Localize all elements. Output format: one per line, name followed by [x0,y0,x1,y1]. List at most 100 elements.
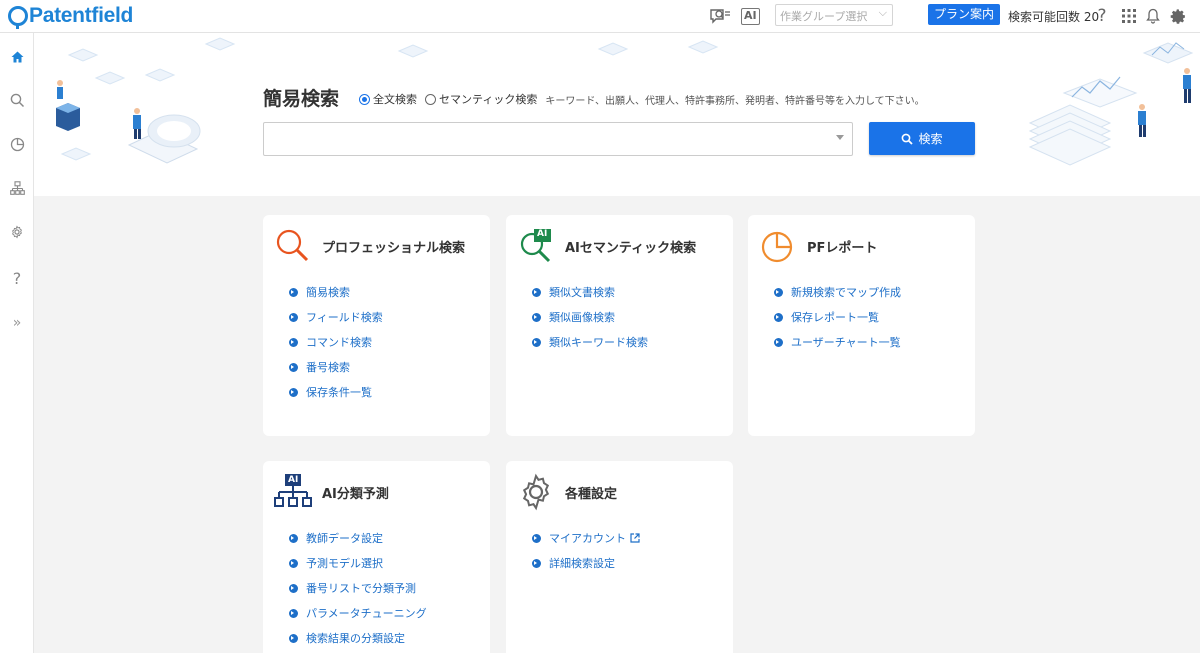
top-header: Patentfield AI 作業グループ選択 ⌵ プラン案内 検索可能回数 2… [0,0,1200,33]
ai-label: AI [741,7,760,25]
link-label: フィールド検索 [306,311,383,324]
chevron-circle-icon [289,287,298,297]
chevron-circle-icon [532,337,541,347]
radio-semantic[interactable] [425,93,436,105]
card-title: 各種設定 [565,487,618,502]
card-title: PFレポート [807,241,878,256]
link-label: 類似画像検索 [549,311,615,324]
chevron-circle-icon [289,558,298,568]
search-button-label: 検索 [918,132,943,146]
link-label: 検索結果の分類設定 [306,632,405,645]
work-group-placeholder: 作業グループ選択 [780,10,868,23]
left-sidebar: ? » [0,33,34,653]
chevron-circle-icon [774,287,783,297]
link-model-select[interactable]: 予測モデル選択 [289,555,383,571]
left-illustration [56,37,236,164]
apps-grid-icon[interactable] [1121,6,1137,26]
link-label: 類似文書検索 [549,286,615,299]
chevron-circle-icon [289,312,298,322]
chevron-circle-icon [289,362,298,372]
link-parameter-tuning[interactable]: パラメータチューニング [289,605,427,621]
radio-semantic-label[interactable]: セマンティック検索 [439,91,537,107]
link-advanced-search-settings[interactable]: 詳細検索設定 [532,555,615,571]
chevron-down-icon: ⌵ [878,6,887,19]
link-label: パラメータチューニング [306,607,427,620]
search-input[interactable] [263,122,853,156]
sidebar-item-help[interactable]: ? [0,265,34,291]
chevron-circle-icon [532,312,541,322]
link-label: 番号検索 [306,361,350,374]
card-pf-report: PFレポート 新規検索でマップ作成 保存レポート一覧 ユーザーチャート一覧 [748,215,975,436]
link-result-classification[interactable]: 検索結果の分類設定 [289,630,405,646]
work-group-select[interactable]: 作業グループ選択 ⌵ [775,4,893,26]
link-label: 保存条件一覧 [306,386,372,399]
link-label: 番号リストで分類予測 [306,582,416,595]
magnifier-icon [276,229,309,262]
page-title: 簡易検索 [263,88,340,110]
help-icon[interactable]: ? [1095,6,1109,26]
link-similar-docs[interactable]: 類似文書検索 [532,284,615,300]
sidebar-item-classification[interactable] [0,175,34,201]
chevron-circle-icon [532,533,541,543]
link-simple-search[interactable]: 簡易検索 [289,284,350,300]
link-label: 詳細検索設定 [549,557,615,570]
link-label: コマンド検索 [306,336,372,349]
link-my-account[interactable]: マイアカウント [532,530,640,546]
card-professional-search: プロフェッショナル検索 簡易検索 フィールド検索 コマンド検索 番号検索 保存条… [263,215,490,436]
chevron-circle-icon [289,583,298,593]
chevron-circle-icon [289,337,298,347]
search-button[interactable]: 検索 [869,122,975,155]
chat-search-icon[interactable] [709,6,731,26]
sidebar-item-search[interactable] [0,87,34,113]
chevron-circle-icon [532,287,541,297]
link-similar-images[interactable]: 類似画像検索 [532,309,615,325]
link-label: 予測モデル選択 [306,557,383,570]
settings-gear-icon[interactable] [1169,6,1187,26]
home-icon [11,51,23,63]
link-label: 教師データ設定 [306,532,383,545]
link-label: 類似キーワード検索 [549,336,648,349]
card-title: AI分類予測 [322,487,389,502]
ai-badge: AI [288,475,299,485]
link-command-search[interactable]: コマンド検索 [289,334,372,350]
search-hero: 簡易検索 全文検索 セマンティック検索 キーワード、出願人、代理人、特許事務所、… [34,33,1200,196]
dropdown-caret-icon[interactable] [836,135,844,140]
patentfield-logo[interactable]: Patentfield [8,4,133,29]
search-quota-text: 検索可能回数 20 [1008,10,1100,24]
link-similar-keywords[interactable]: 類似キーワード検索 [532,334,648,350]
top-decoration [397,40,719,58]
gear-icon [522,473,550,511]
logo-mark-icon [8,6,28,29]
chevron-circle-icon [532,558,541,568]
link-number-list-predict[interactable]: 番号リストで分類予測 [289,580,416,596]
search-icon [902,133,914,145]
search-icon [10,93,24,107]
search-mode-radios: 全文検索 セマンティック検索 キーワード、出願人、代理人、特許事務所、発明者、特… [359,91,925,107]
card-settings: 各種設定 マイアカウント 詳細検索設定 [506,461,733,653]
link-user-charts[interactable]: ユーザーチャート一覧 [774,334,901,350]
external-link-icon [630,533,640,543]
link-new-map[interactable]: 新規検索でマップ作成 [774,284,901,300]
sidebar-item-settings[interactable] [0,219,34,245]
link-field-search[interactable]: フィールド検索 [289,309,383,325]
sidebar-expand-button[interactable]: » [0,310,34,336]
card-title: プロフェッショナル検索 [322,241,466,256]
link-saved-conditions[interactable]: 保存条件一覧 [289,384,372,400]
link-number-search[interactable]: 番号検索 [289,359,350,375]
bell-icon[interactable] [1145,6,1161,26]
sidebar-item-home[interactable] [0,44,34,70]
sidebar-item-report[interactable] [0,131,34,157]
pie-chart-icon [10,137,24,151]
link-saved-reports[interactable]: 保存レポート一覧 [774,309,879,325]
right-illustration [1028,42,1194,166]
link-training-data[interactable]: 教師データ設定 [289,530,383,546]
help-icon: ? [12,268,22,288]
plan-info-button[interactable]: プラン案内 [928,4,1000,25]
ai-toggle-button[interactable]: AI [741,6,760,26]
radio-fulltext[interactable] [359,93,370,105]
card-ai-classification: AI AI分類予測 教師データ設定 予測モデル選択 番号リストで分類予測 パラメ… [263,461,490,653]
radio-fulltext-label[interactable]: 全文検索 [373,91,417,107]
ai-badge: AI [537,229,548,239]
chevron-circle-icon [289,608,298,618]
card-title: AIセマンティック検索 [565,241,697,256]
